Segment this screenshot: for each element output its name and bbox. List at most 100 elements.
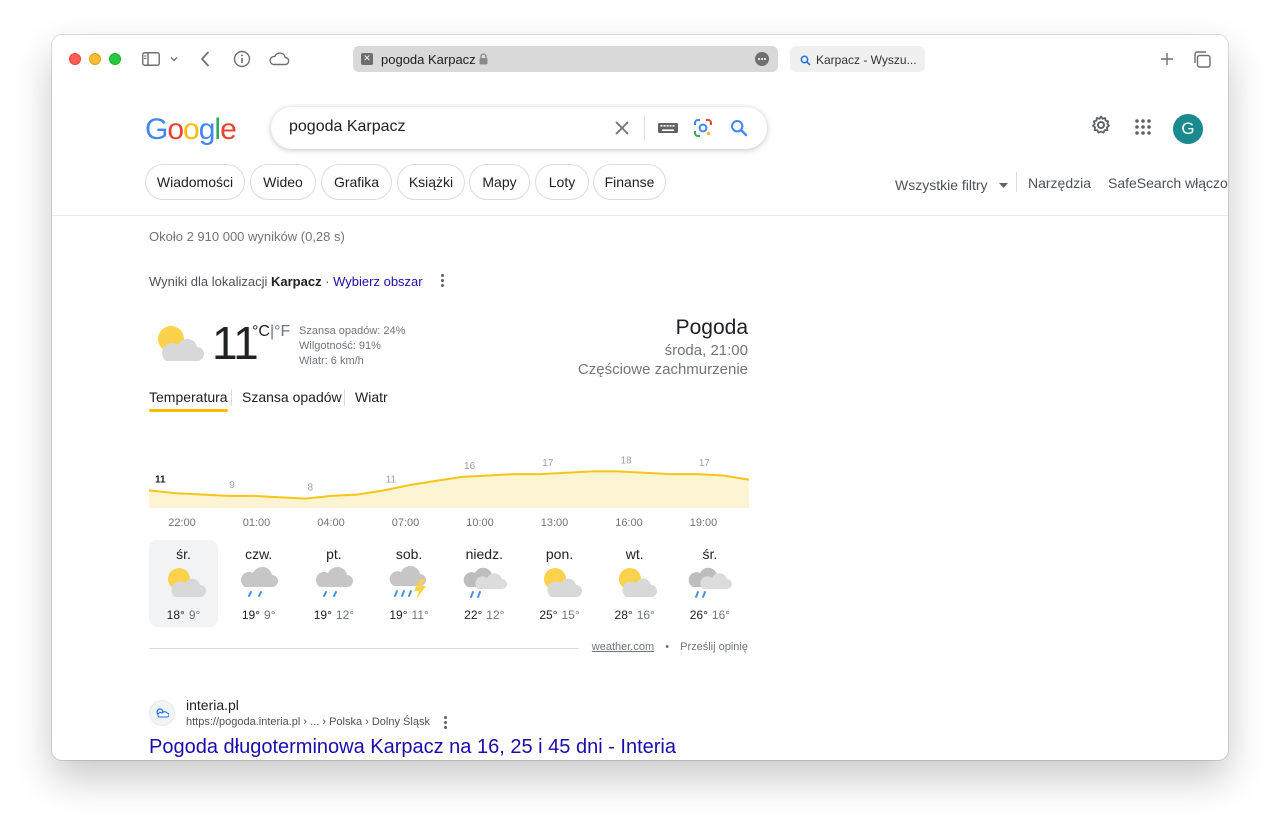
minimize-window-button[interactable] [89, 53, 101, 65]
forecast-day[interactable]: czw. 19° 9° [224, 540, 293, 627]
result-site-name[interactable]: interia.pl [186, 697, 239, 713]
hour-label: 10:00 [466, 517, 494, 529]
caret-down-icon [999, 175, 1009, 191]
forecast-day[interactable]: śr. 26° 16° [675, 540, 744, 627]
settings-icon[interactable] [1091, 115, 1111, 140]
search-input[interactable] [289, 118, 589, 136]
tab-inactive[interactable]: Karpacz - Wyszu... [790, 46, 925, 72]
chevron-down-icon[interactable] [168, 47, 180, 71]
forecast-day[interactable]: pon. 25° 15° [525, 540, 594, 627]
hour-label: 22:00 [168, 517, 196, 529]
temperature-point-label: 18 [621, 455, 633, 466]
temperature-area [149, 471, 749, 508]
search-icon [800, 53, 811, 71]
more-options-icon[interactable] [755, 52, 769, 66]
all-filters-label: Wszystkie filtry [895, 177, 988, 193]
google-logo[interactable]: Google [145, 113, 237, 147]
unit-fahrenheit[interactable]: °F [274, 323, 290, 340]
more-vert-icon[interactable] [444, 716, 448, 731]
forecast-day-name: niedz. [465, 546, 503, 562]
choose-area-link[interactable]: Wybierz obszar [333, 274, 422, 289]
chip-maps[interactable]: Mapy [469, 164, 530, 200]
logo-letter: e [220, 113, 237, 146]
icloud-icon[interactable] [267, 47, 291, 71]
tab-title: Karpacz - Wyszu... [816, 53, 917, 67]
forecast-low: 9° [264, 608, 276, 622]
result-stats: Około 2 910 000 wyników (0,28 s) [149, 229, 345, 244]
current-temperature: 11 [212, 317, 259, 369]
forecast-high: 19° [241, 608, 261, 622]
zoom-window-button[interactable] [109, 53, 121, 65]
forecast-day-name: śr. [702, 546, 718, 562]
back-icon[interactable] [197, 47, 213, 71]
apps-icon[interactable] [1135, 119, 1151, 140]
safesearch-button[interactable]: SafeSearch włączony [1108, 175, 1228, 191]
result-url[interactable]: https://pogoda.interia.pl › ... › Polska… [186, 716, 430, 728]
forecast-day[interactable]: niedz. 22° 12° [450, 540, 519, 627]
all-filters-button[interactable]: Wszystkie filtry [895, 175, 1009, 193]
forecast-day-name: pon. [545, 546, 574, 562]
weather-details: Szansa opadów: 24% Wilgotność: 91% Wiatr… [299, 324, 405, 369]
unit-toggle: °C|°F [252, 323, 290, 341]
logo-letter: G [145, 113, 168, 146]
forecast-high: 28° [614, 608, 633, 622]
chip-books[interactable]: Książki [397, 164, 465, 200]
hour-label: 16:00 [615, 517, 643, 529]
hour-label: 13:00 [540, 517, 569, 529]
search-icon[interactable] [729, 118, 749, 138]
forecast-temps: 19° 12° [299, 608, 368, 622]
info-icon[interactable] [232, 47, 252, 71]
logo-letter: o [167, 113, 184, 146]
hour-label: 04:00 [317, 517, 345, 529]
forecast-temps: 26° 16° [675, 608, 744, 622]
avatar[interactable]: G [1173, 114, 1203, 144]
forecast-high: 18° [166, 608, 185, 622]
keyboard-icon[interactable] [657, 118, 679, 138]
clear-icon[interactable] [612, 118, 632, 138]
new-tab-icon[interactable] [1158, 47, 1176, 71]
forecast-temps: 22° 12° [450, 608, 519, 622]
forecast-high: 19° [313, 608, 332, 622]
forecast-day[interactable]: pt. 19° 12° [299, 540, 368, 627]
tab-divider [231, 389, 232, 406]
tab-temperature[interactable]: Temperatura [149, 389, 228, 412]
weather-summary: Pogoda środa, 21:00 Częściowe zachmurzen… [578, 316, 748, 378]
weather-source-link[interactable]: weather.com [592, 641, 654, 653]
chip-video[interactable]: Wideo [250, 164, 316, 200]
sidebar-icon[interactable] [140, 47, 162, 71]
close-window-button[interactable] [69, 53, 81, 65]
chip-images[interactable]: Grafika [321, 164, 392, 200]
temperature-point-label: 17 [542, 458, 554, 469]
search-box[interactable] [271, 107, 767, 149]
chip-news[interactable]: Wiadomości [145, 164, 245, 200]
forecast-high: 19° [389, 608, 408, 622]
forecast-day[interactable]: sob. 19° 11° [375, 540, 444, 627]
forecast-day[interactable]: wt. 28° 16° [600, 540, 669, 627]
chip-finance[interactable]: Finanse [593, 164, 666, 200]
location-name: Karpacz [271, 274, 322, 289]
hour-label: 07:00 [391, 517, 420, 529]
temperature-point-label: 16 [464, 461, 476, 472]
tab-overview-icon[interactable] [1192, 47, 1212, 71]
tab-precipitation[interactable]: Szansa opadów [242, 389, 342, 405]
tab-active[interactable]: ✕ pogoda Karpacz [353, 46, 778, 72]
lock-icon [479, 52, 488, 70]
forecast-day[interactable]: śr. 18° 9° [149, 540, 218, 627]
weather-condition: Częściowe zachmurzenie [577, 361, 748, 378]
rain-cloud-icon [311, 565, 357, 601]
location-line: Wyniki dla lokalizacji Karpacz · Wybierz… [149, 274, 423, 289]
tools-button[interactable]: Narzędzia [1028, 175, 1091, 191]
temperature-point-label: 9 [229, 480, 235, 491]
feedback-link[interactable]: Prześlij opinię [680, 641, 748, 653]
forecast-high: 22° [464, 608, 483, 622]
forecast-day-name: wt. [625, 546, 644, 562]
partly-cloudy-icon [537, 565, 583, 601]
tab-title: pogoda Karpacz [381, 52, 476, 67]
unit-celsius[interactable]: °C [252, 323, 270, 340]
google-lens-icon[interactable] [693, 118, 713, 138]
tab-wind[interactable]: Wiatr [355, 389, 388, 405]
chip-flights[interactable]: Loty [535, 164, 589, 200]
more-vert-icon[interactable] [441, 274, 445, 289]
forecast-low: 16° [636, 608, 655, 622]
result-title-link[interactable]: Pogoda długoterminowa Karpacz na 16, 25 … [149, 736, 676, 759]
